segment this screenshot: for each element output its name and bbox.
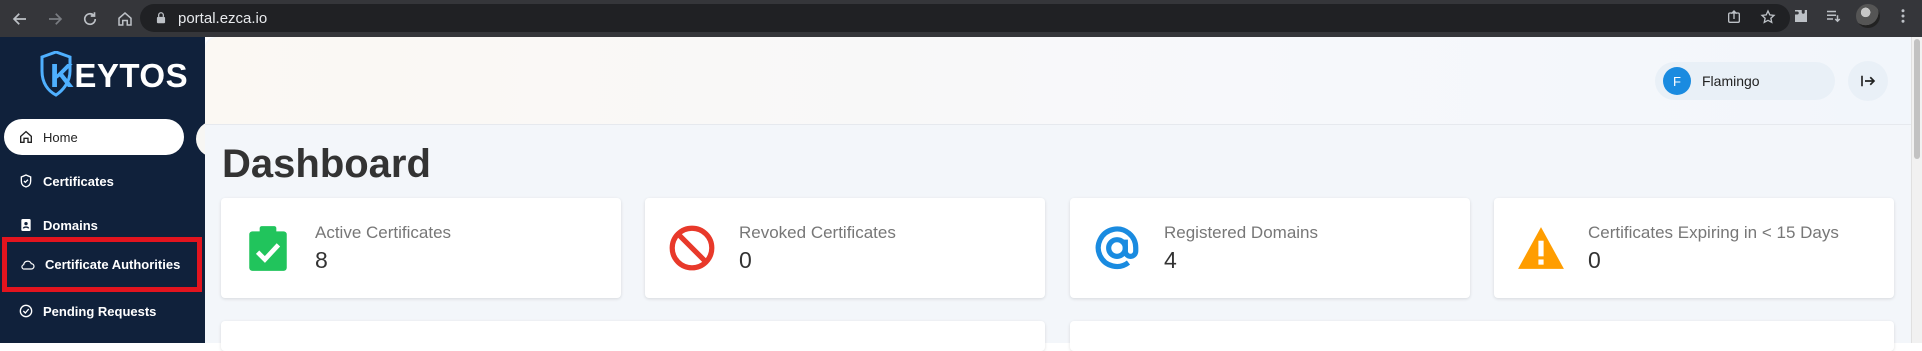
logo-letter-k: K bbox=[50, 57, 75, 94]
main-content: F Flamingo Dashboard Active Certificates… bbox=[205, 37, 1922, 351]
panel-left bbox=[221, 321, 1045, 351]
lock-icon bbox=[156, 12, 166, 24]
stat-card-registered-domains[interactable]: Registered Domains 4 bbox=[1070, 198, 1470, 298]
top-app-bar: F Flamingo bbox=[205, 37, 1911, 125]
reload-icon bbox=[83, 11, 97, 25]
reload-button[interactable] bbox=[75, 4, 105, 34]
panel-right bbox=[1070, 321, 1894, 351]
prohibited-icon bbox=[669, 225, 715, 271]
clipboard-check-icon bbox=[249, 226, 287, 271]
stat-label: Revoked Certificates bbox=[739, 222, 896, 242]
keytos-logo[interactable]: KEYTOS bbox=[38, 51, 188, 99]
page-title: Dashboard bbox=[222, 142, 431, 186]
id-card-icon bbox=[21, 219, 31, 231]
sidebar-item-certificate-authorities[interactable]: Certificate Authorities bbox=[2, 237, 202, 292]
sidebar-item-label: Certificates bbox=[43, 173, 114, 189]
home-icon bbox=[118, 11, 132, 26]
bookmark-star-icon[interactable] bbox=[1760, 9, 1776, 25]
sidebar: KEYTOS Home Certificates Domains Certifi… bbox=[0, 37, 205, 343]
stat-value: 8 bbox=[315, 246, 328, 273]
stat-value: 0 bbox=[739, 246, 752, 273]
sidebar-item-domains[interactable]: Domains bbox=[4, 207, 184, 243]
home-browser-button[interactable] bbox=[110, 4, 140, 34]
stat-label: Registered Domains bbox=[1164, 222, 1319, 242]
check-circle-icon bbox=[19, 304, 33, 318]
sidebar-item-label: Pending Requests bbox=[43, 303, 157, 319]
scrollbar[interactable] bbox=[1911, 37, 1922, 343]
logo-wordmark: KEYTOS bbox=[50, 57, 188, 95]
browser-toolbar: portal.ezca.io bbox=[0, 0, 1922, 37]
warning-icon bbox=[1518, 227, 1564, 269]
sidebar-item-certificates[interactable]: Certificates bbox=[4, 163, 184, 199]
home-icon bbox=[20, 130, 32, 143]
stat-value: 0 bbox=[1588, 246, 1601, 273]
sidebar-item-pending-requests[interactable]: Pending Requests bbox=[4, 293, 184, 329]
extensions-icon[interactable] bbox=[1792, 7, 1810, 25]
logout-icon bbox=[1861, 75, 1876, 87]
sidebar-item-label: Home bbox=[43, 129, 78, 145]
stat-card-revoked-certificates[interactable]: Revoked Certificates 0 bbox=[645, 198, 1045, 298]
stat-value: 4 bbox=[1164, 246, 1177, 273]
sidebar-item-label: Domains bbox=[43, 217, 98, 233]
share-icon[interactable] bbox=[1726, 9, 1742, 25]
sidebar-item-label: Certificate Authorities bbox=[45, 257, 181, 272]
stat-label: Active Certificates bbox=[315, 222, 452, 242]
url-text: portal.ezca.io bbox=[178, 9, 268, 27]
arrow-right-icon bbox=[49, 12, 63, 25]
at-sign-icon bbox=[1095, 226, 1139, 270]
forward-button[interactable] bbox=[40, 4, 70, 34]
stat-label: Certificates Expiring in < 15 Days bbox=[1588, 222, 1839, 242]
shield-check-icon bbox=[20, 174, 32, 188]
cloud-icon bbox=[21, 260, 35, 270]
stat-card-expiring-certificates[interactable]: Certificates Expiring in < 15 Days 0 bbox=[1494, 198, 1894, 298]
stat-card-active-certificates[interactable]: Active Certificates 8 bbox=[221, 198, 621, 298]
back-button[interactable] bbox=[5, 4, 35, 34]
reading-list-icon[interactable] bbox=[1824, 7, 1842, 25]
more-vertical-icon[interactable] bbox=[1894, 7, 1912, 25]
arrow-left-icon bbox=[12, 12, 26, 25]
address-bar[interactable]: portal.ezca.io bbox=[140, 4, 1790, 32]
user-name: Flamingo bbox=[1702, 73, 1760, 89]
user-avatar: F bbox=[1663, 67, 1691, 95]
sidebar-item-home[interactable]: Home bbox=[4, 119, 184, 155]
profile-avatar[interactable] bbox=[1856, 4, 1880, 28]
logo-text: EYTOS bbox=[74, 57, 189, 94]
user-menu-chip[interactable]: F Flamingo bbox=[1655, 62, 1835, 100]
scrollbar-thumb[interactable] bbox=[1914, 39, 1920, 159]
logout-button[interactable] bbox=[1848, 61, 1888, 101]
